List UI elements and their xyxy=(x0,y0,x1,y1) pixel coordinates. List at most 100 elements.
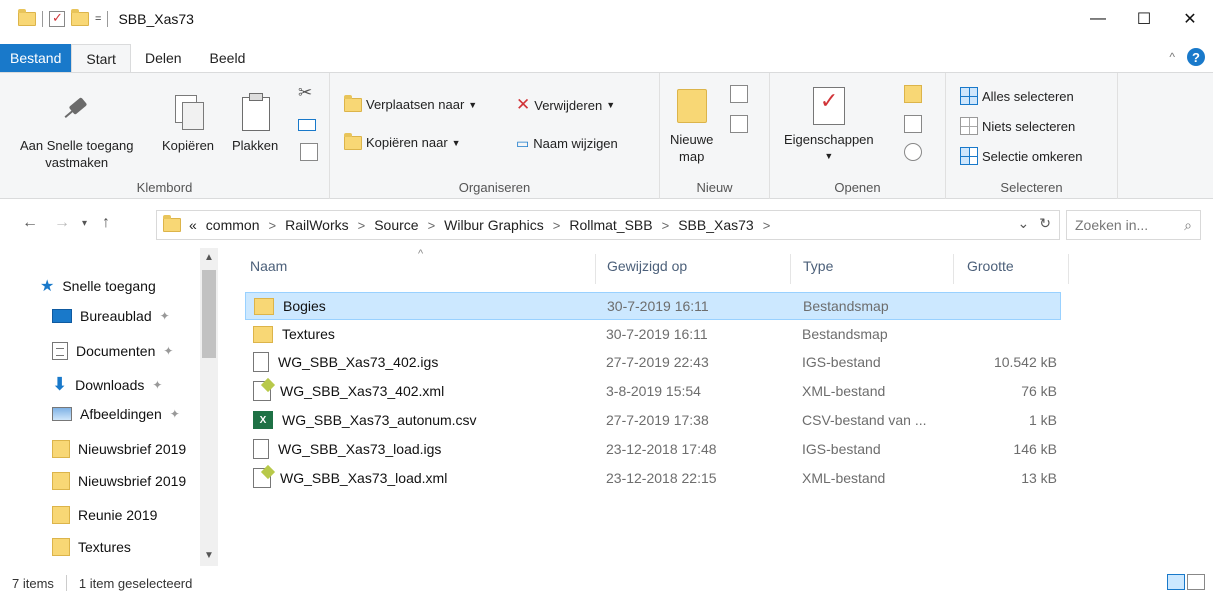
breadcrumb: « common > RailWorks > Source > Wilbur G… xyxy=(189,217,770,233)
search-input[interactable]: Zoeken in... ⌕ xyxy=(1066,210,1201,240)
history-icon[interactable] xyxy=(904,143,922,161)
navigation-pane: ★ Snelle toegang Bureaublad ✦ Documenten… xyxy=(0,248,220,566)
file-icon xyxy=(253,439,269,459)
move-to-button[interactable]: Verplaatsen naar ▼ xyxy=(344,94,477,112)
chevron-right-icon[interactable]: > xyxy=(358,218,366,233)
column-divider[interactable] xyxy=(790,254,791,284)
back-arrow-icon[interactable]: ← xyxy=(22,214,38,232)
column-header-type[interactable]: Type xyxy=(803,258,833,274)
column-divider[interactable] xyxy=(1068,254,1069,284)
rename-button[interactable]: ▭ Naam wijzigen xyxy=(516,135,618,152)
easy-access-icon[interactable] xyxy=(730,115,748,133)
edit-icon[interactable] xyxy=(904,115,922,133)
maximize-button[interactable]: ☐ xyxy=(1121,0,1167,38)
breadcrumb-rollmat-sbb[interactable]: Rollmat_SBB xyxy=(569,217,652,233)
group-label-openen: Openen xyxy=(834,180,881,195)
help-icon[interactable]: ? xyxy=(1187,48,1205,66)
folder-icon[interactable] xyxy=(18,9,36,26)
tab-bestand[interactable]: Bestand xyxy=(0,44,72,72)
ribbon-tabs: Bestand Start Delen Beeld ^ ? xyxy=(0,44,1213,72)
breadcrumb-source[interactable]: Source xyxy=(374,217,418,233)
invert-selection-button[interactable]: Selectie omkeren xyxy=(960,147,1082,165)
table-row[interactable]: WG_SBB_Xas73_402.igs 27-7-2019 22:43 IGS… xyxy=(245,348,1061,376)
column-divider[interactable] xyxy=(595,254,596,284)
minimize-button[interactable]: — xyxy=(1075,0,1121,38)
select-all-button[interactable]: Alles selecteren xyxy=(960,87,1074,105)
copy-to-label: Kopiëren naar xyxy=(366,135,448,150)
large-icons-view-icon[interactable] xyxy=(1187,574,1205,590)
pin-icon: ✦ xyxy=(152,377,163,392)
scroll-up-icon[interactable]: ▲ xyxy=(200,252,218,263)
column-header-modified[interactable]: Gewijzigd op xyxy=(607,258,687,274)
chevron-down-icon: ▼ xyxy=(606,100,616,110)
file-name: WG_SBB_Xas73_load.xml xyxy=(280,470,448,486)
breadcrumb-wilbur-graphics[interactable]: Wilbur Graphics xyxy=(444,217,544,233)
nav-item-nieuwsbrief-2[interactable]: Nieuwsbrief 2019 xyxy=(52,472,202,490)
folder-icon xyxy=(254,297,274,315)
new-folder-button[interactable]: Nieuwe map xyxy=(670,89,713,165)
nav-quick-access[interactable]: ★ Snelle toegang xyxy=(40,276,200,296)
chevron-right-icon[interactable]: > xyxy=(268,218,276,233)
forward-arrow-icon[interactable]: → xyxy=(54,214,70,232)
chevron-right-icon[interactable]: > xyxy=(428,218,436,233)
open-icon[interactable] xyxy=(904,85,922,103)
paste-shortcut-icon[interactable] xyxy=(300,143,318,161)
collapse-ribbon-icon[interactable]: ^ xyxy=(1169,50,1175,64)
cut-icon[interactable]: ✂ xyxy=(298,83,312,103)
breadcrumb-sbb-xas73[interactable]: SBB_Xas73 xyxy=(678,217,754,233)
qat-dropdown-icon[interactable]: = xyxy=(95,13,101,25)
nav-item-afbeeldingen[interactable]: Afbeeldingen ✦ xyxy=(52,406,202,422)
up-arrow-icon[interactable]: ↑ xyxy=(102,214,110,232)
recent-dropdown-icon[interactable]: ▾ xyxy=(82,218,87,229)
tab-delen[interactable]: Delen xyxy=(131,44,196,72)
rename-icon: ▭ xyxy=(516,135,530,151)
nav-scrollbar[interactable]: ▲ ▼ xyxy=(200,248,218,566)
nav-item-documenten[interactable]: Documenten ✦ xyxy=(52,342,202,360)
chevron-right-icon[interactable]: > xyxy=(763,218,771,233)
column-divider[interactable] xyxy=(953,254,954,284)
column-header-name[interactable]: Naam xyxy=(250,258,287,274)
table-row[interactable]: WG_SBB_Xas73_402.xml 3-8-2019 15:54 XML-… xyxy=(245,377,1061,405)
table-row[interactable]: WG_SBB_Xas73_load.igs 23-12-2018 17:48 I… xyxy=(245,435,1061,463)
chevron-right-icon[interactable]: > xyxy=(662,218,670,233)
nav-item-bureaublad[interactable]: Bureaublad ✦ xyxy=(52,308,202,324)
nav-label: Documenten xyxy=(76,343,156,359)
nav-label: Snelle toegang xyxy=(62,278,156,294)
delete-button[interactable]: ✕ Verwijderen ▼ xyxy=(516,95,615,115)
nav-item-nieuwsbrief[interactable]: Nieuwsbrief 2019 xyxy=(52,440,202,458)
breadcrumb-common[interactable]: common xyxy=(206,217,260,233)
paste-button[interactable]: Plakken xyxy=(232,93,278,154)
table-row[interactable]: X WG_SBB_Xas73_autonum.csv 27-7-2019 17:3… xyxy=(245,406,1061,434)
pin-quick-access-button[interactable]: Aan Snelle toegang vastmaken xyxy=(20,93,133,171)
table-row[interactable]: WG_SBB_Xas73_load.xml 23-12-2018 22:15 X… xyxy=(245,464,1061,492)
nav-item-reunie[interactable]: Reunie 2019 xyxy=(52,506,202,524)
properties-button[interactable]: Eigenschappen ▼ xyxy=(784,87,874,165)
scroll-thumb[interactable] xyxy=(202,270,216,358)
search-placeholder: Zoeken in... xyxy=(1075,217,1149,233)
copy-button[interactable]: Kopiëren xyxy=(162,93,214,154)
address-bar[interactable]: « common > RailWorks > Source > Wilbur G… xyxy=(156,210,1060,240)
close-button[interactable]: ✕ xyxy=(1167,0,1213,38)
address-dropdown-icon[interactable]: ⌄ xyxy=(1018,215,1030,232)
breadcrumb-overflow[interactable]: « xyxy=(189,217,197,233)
details-view-icon[interactable] xyxy=(1167,574,1185,590)
new-item-icon[interactable] xyxy=(730,85,748,103)
properties-icon[interactable] xyxy=(49,10,65,27)
tab-start[interactable]: Start xyxy=(71,44,131,72)
table-row[interactable]: Bogies 30-7-2019 16:11 Bestandsmap xyxy=(245,292,1061,320)
chevron-right-icon[interactable]: > xyxy=(553,218,561,233)
select-none-button[interactable]: Niets selecteren xyxy=(960,117,1075,135)
column-header-size[interactable]: Grootte xyxy=(967,258,1014,274)
copy-path-icon[interactable] xyxy=(298,119,316,131)
nav-item-downloads[interactable]: ⬇ Downloads ✦ xyxy=(52,374,202,395)
refresh-icon[interactable]: ↻ xyxy=(1039,215,1051,232)
scroll-down-icon[interactable]: ▼ xyxy=(200,550,218,561)
sort-ascending-icon: ^ xyxy=(418,248,424,260)
nav-item-textures[interactable]: Textures xyxy=(52,538,202,556)
copy-to-button[interactable]: Kopiëren naar ▼ xyxy=(344,132,461,150)
group-label-organiseren: Organiseren xyxy=(458,180,531,195)
table-row[interactable]: Textures 30-7-2019 16:11 Bestandsmap xyxy=(245,320,1061,348)
new-folder-icon[interactable] xyxy=(71,9,89,26)
tab-beeld[interactable]: Beeld xyxy=(196,44,260,72)
breadcrumb-railworks[interactable]: RailWorks xyxy=(285,217,349,233)
